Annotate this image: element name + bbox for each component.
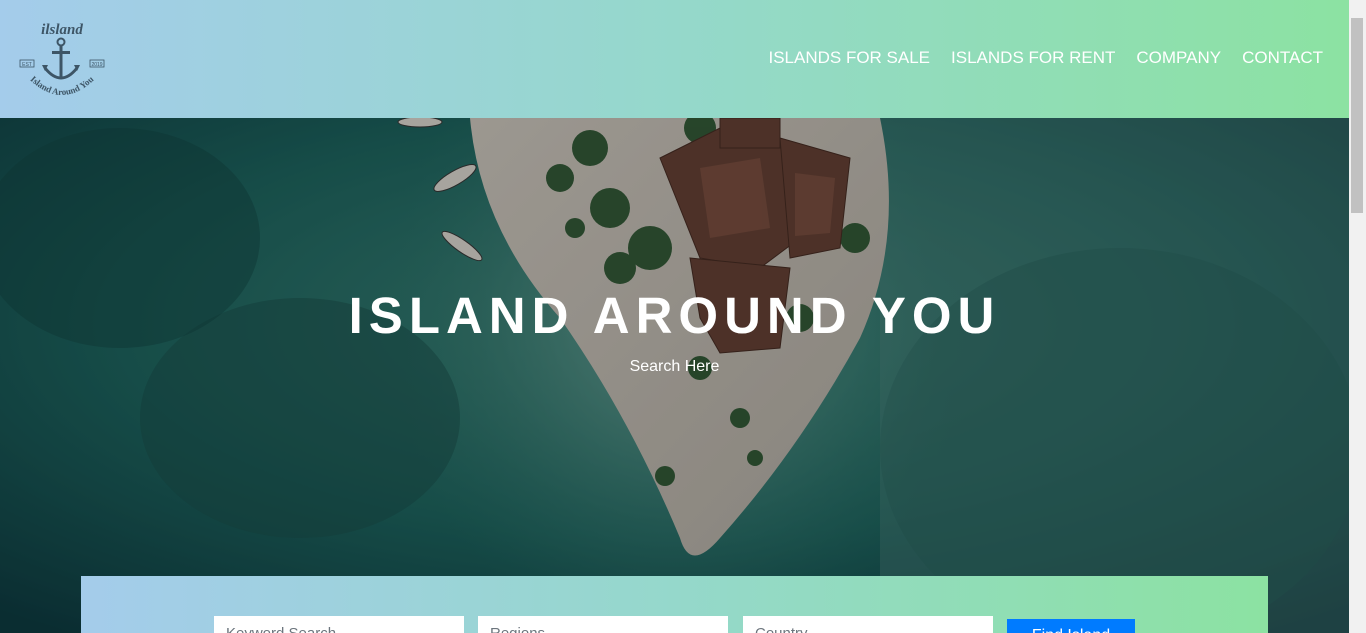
page: ilsland EST 2019 Island Around You ISLAN… xyxy=(0,0,1349,633)
page-scrollbar[interactable] xyxy=(1349,0,1366,633)
regions-input[interactable] xyxy=(478,616,728,633)
main-nav: ISLANDS FOR SALE ISLANDS FOR RENT COMPAN… xyxy=(747,48,1323,68)
logo-brand: ilsland xyxy=(41,22,83,38)
hero-title: ISLAND AROUND YOU xyxy=(348,287,1001,344)
nav-islands-for-rent[interactable]: ISLANDS FOR RENT xyxy=(951,48,1115,68)
scrollbar-thumb[interactable] xyxy=(1351,18,1363,213)
site-header: ilsland EST 2019 Island Around You ISLAN… xyxy=(0,0,1349,118)
country-input[interactable] xyxy=(743,616,993,633)
keyword-search-input[interactable] xyxy=(214,616,464,633)
find-island-button[interactable]: Find Island xyxy=(1007,619,1135,633)
site-logo[interactable]: ilsland EST 2019 Island Around You xyxy=(18,18,106,102)
nav-company[interactable]: COMPANY xyxy=(1136,48,1221,68)
logo-left-year: EST xyxy=(22,62,32,68)
search-panel: Find Island xyxy=(81,576,1268,633)
anchor-logo-icon: ilsland EST 2019 Island Around You xyxy=(19,22,105,97)
logo-right-year: 2019 xyxy=(91,62,102,68)
hero-subtitle: Search Here xyxy=(629,358,720,375)
hero-section: ISLAND AROUND YOU Search Here xyxy=(0,118,1349,633)
nav-contact[interactable]: CONTACT xyxy=(1242,48,1323,68)
nav-islands-for-sale[interactable]: ISLANDS FOR SALE xyxy=(768,48,930,68)
